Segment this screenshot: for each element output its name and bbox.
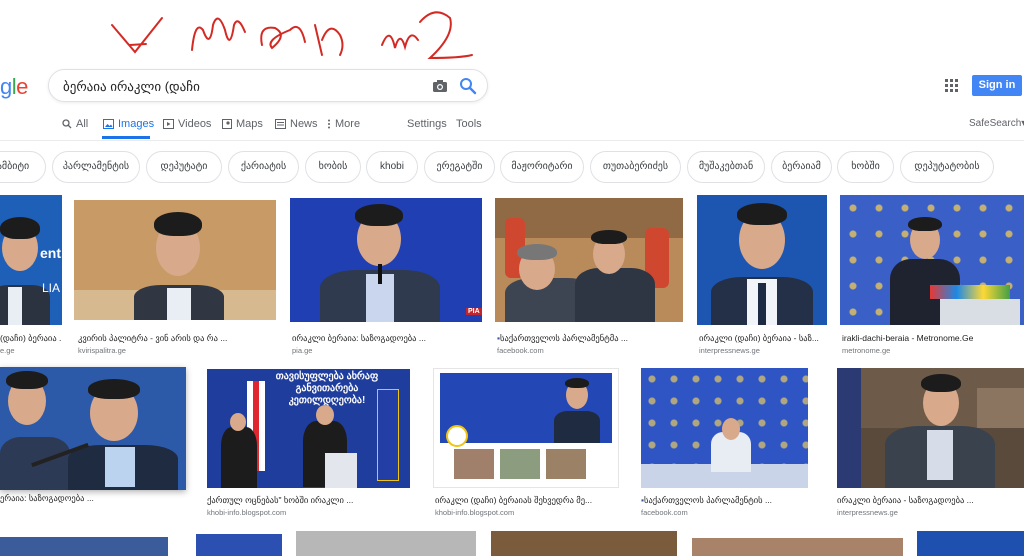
tab-label: Images <box>118 118 155 130</box>
result-thumbnail[interactable]: ent. LIA <box>0 195 62 325</box>
result-source: khobi-info.blogspot.com <box>435 508 515 517</box>
header-divider <box>0 140 1024 141</box>
result-caption[interactable]: ირაკლი (დაჩი) ბერაიას შეხვედრა მე... <box>435 495 619 506</box>
tab-label: More <box>335 118 361 130</box>
chip[interactable]: ხობის <box>305 151 361 183</box>
image-icon <box>103 119 114 129</box>
tab-label: News <box>290 118 318 130</box>
chip[interactable]: პარლამენტის <box>52 151 140 183</box>
chip[interactable]: დეპუტატობის <box>900 151 994 183</box>
search-input[interactable]: ბერაია ირაკლი (დაჩი <box>63 79 200 95</box>
result-thumbnail[interactable] <box>433 368 619 488</box>
chip[interactable]: ამბიტი <box>0 151 46 183</box>
result-caption[interactable]: ირაკლი (დაჩი) ბერაია - საზ... <box>699 333 827 344</box>
result-caption[interactable]: ერაია: საზოგადოება ... <box>0 493 186 504</box>
result-thumbnail[interactable]: PIA <box>290 198 482 322</box>
chip[interactable]: დეპუტატი <box>146 151 222 183</box>
result-thumbnail[interactable] <box>697 195 827 325</box>
caption-text: საქართველოს პარლამენტმა ... <box>500 333 628 343</box>
result-thumbnail[interactable] <box>491 531 677 556</box>
tab-label: All <box>76 118 89 130</box>
tab-maps[interactable]: Maps <box>222 118 263 130</box>
sign-in-button[interactable]: Sign in <box>972 75 1022 96</box>
result-thumbnail[interactable] <box>641 368 808 488</box>
tab-news[interactable]: News <box>275 118 318 130</box>
overlay-text: ent. <box>40 245 62 261</box>
result-source: metronome.ge <box>842 346 891 355</box>
video-icon <box>163 119 174 129</box>
apps-grid-icon[interactable] <box>945 79 958 92</box>
result-caption[interactable]: (დაჩი) ბერაია ... <box>0 333 62 344</box>
result-source: khobi-info.blogspot.com <box>207 508 287 517</box>
banner-text: თავისუფლება ახრაფ განვითარება კეთილდღეობ… <box>275 371 379 406</box>
source-badge: PIA <box>466 308 482 315</box>
result-thumbnail[interactable] <box>917 531 1024 556</box>
chip[interactable]: მაჟორიტარი <box>500 151 584 183</box>
caption-text: საქართველოს პარლამენტის ... <box>644 495 773 505</box>
result-thumbnail[interactable] <box>840 195 1024 325</box>
result-caption[interactable]: კვირის პალიტრა - ვინ არის და რა ... <box>78 333 274 344</box>
active-tab-indicator <box>102 136 150 139</box>
tab-videos[interactable]: Videos <box>163 118 211 130</box>
result-thumbnail[interactable] <box>74 200 276 320</box>
result-thumbnail[interactable]: თავისუფლება ახრაფ განვითარება კეთილდღეობ… <box>207 369 410 488</box>
result-caption[interactable]: irakli-dachi-beraia - Metronome.Ge <box>842 333 1024 343</box>
google-logo[interactable]: gle <box>0 74 28 100</box>
result-thumbnail[interactable] <box>0 537 168 556</box>
logo-letter: g <box>0 74 12 99</box>
news-icon <box>275 119 286 129</box>
result-thumbnail[interactable] <box>837 368 1024 488</box>
result-caption[interactable]: ქართულ ოცნებას" ხობში ირაკლი ... <box>207 495 410 506</box>
result-thumbnail[interactable] <box>296 531 476 556</box>
safesearch-dropdown[interactable]: SafeSearch▾ <box>969 118 1024 129</box>
search-box[interactable]: ბერაია ირაკლი (დაჩი <box>48 69 488 102</box>
result-source: interpressnews.ge <box>699 346 760 355</box>
camera-icon[interactable] <box>432 78 448 94</box>
chip[interactable]: ქარიატის <box>228 151 299 183</box>
result-caption[interactable]: ▪საქართველოს პარლამენტმა ... <box>497 333 683 344</box>
result-caption[interactable]: ირაკლი ბერაია: საზოგადოება ... <box>292 333 480 344</box>
map-icon <box>222 119 232 129</box>
tab-label: Videos <box>178 118 212 130</box>
result-caption[interactable]: ირაკლი ბერაია - საზოგადოება ... <box>837 495 1024 506</box>
chip[interactable]: ხობში <box>837 151 894 183</box>
more-icon <box>328 119 330 129</box>
chip[interactable]: khobi <box>366 151 418 183</box>
result-thumbnail[interactable] <box>495 198 683 322</box>
search-icon <box>62 119 72 129</box>
tab-all[interactable]: All <box>62 118 88 130</box>
related-searches-chips: ამბიტი პარლამენტის დეპუტატი ქარიატის ხობ… <box>0 151 1024 185</box>
settings-link[interactable]: Settings <box>407 118 447 130</box>
result-thumbnail[interactable] <box>0 367 186 490</box>
result-source: facebook.com <box>497 346 544 355</box>
chip[interactable]: ერეგატში <box>424 151 495 183</box>
chip[interactable]: თუთაბერიძეს <box>590 151 681 183</box>
chip[interactable]: მუშაკებთან <box>687 151 765 183</box>
chip[interactable]: ბერაიამ <box>771 151 832 183</box>
overlay-text: LIA <box>42 281 61 295</box>
result-caption[interactable]: ▪საქართველოს პარლამენტის ... <box>641 495 808 506</box>
result-source: facebook.com <box>641 508 688 517</box>
result-source: interpressnews.ge <box>837 508 898 517</box>
tools-link[interactable]: Tools <box>456 118 482 130</box>
tab-more[interactable]: More <box>327 118 360 130</box>
result-thumbnail[interactable] <box>196 534 282 556</box>
handwritten-annotation <box>111 11 473 60</box>
safesearch-label: SafeSearch <box>969 118 1022 129</box>
result-source: kvirispalitra.ge <box>78 346 126 355</box>
result-thumbnail[interactable] <box>692 538 903 556</box>
search-icon[interactable] <box>459 77 477 95</box>
tab-images[interactable]: Images <box>103 118 154 130</box>
result-source: e.ge <box>0 346 15 355</box>
tab-label: Maps <box>236 118 263 130</box>
logo-letter: e <box>16 74 28 99</box>
result-source: pia.ge <box>292 346 313 355</box>
